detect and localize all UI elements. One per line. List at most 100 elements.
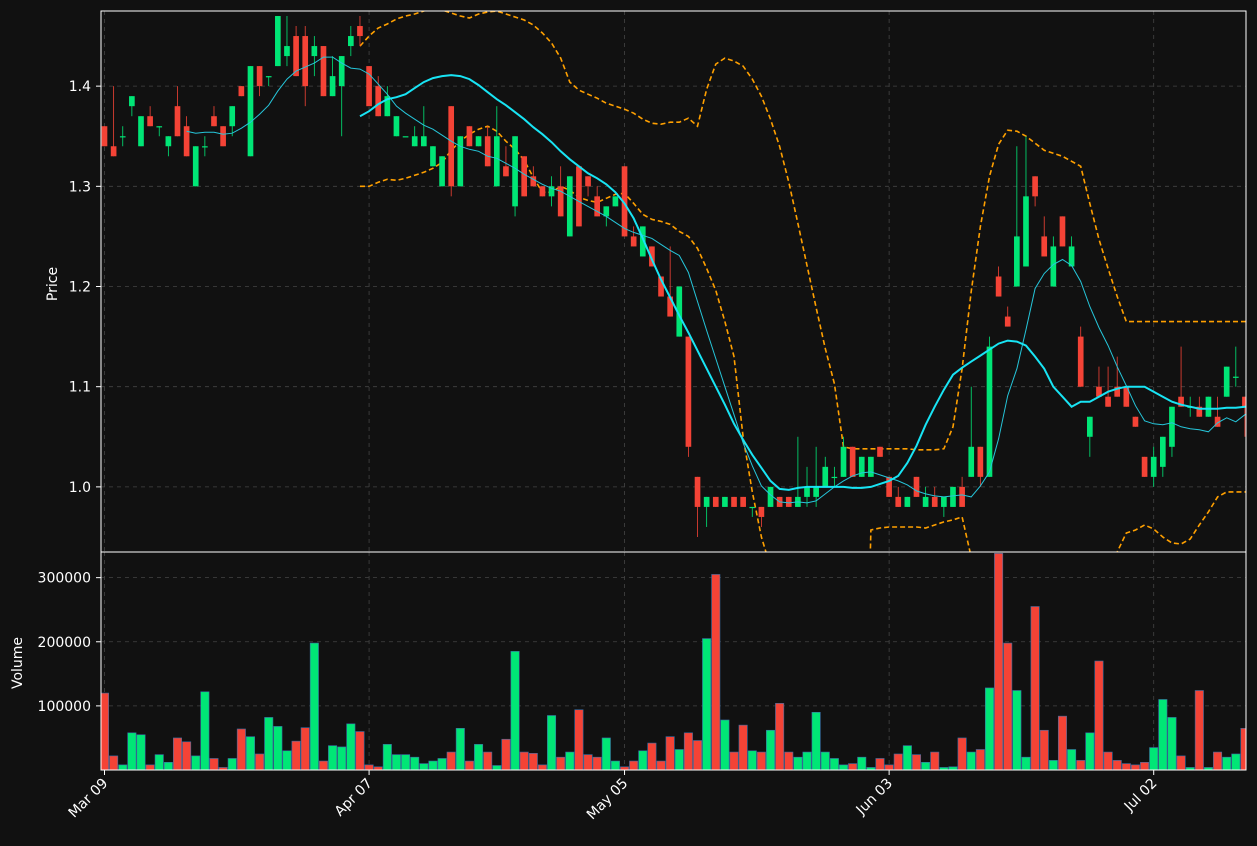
candle-body <box>521 156 528 197</box>
candle-body <box>466 126 473 147</box>
volume-bar <box>401 754 411 770</box>
volume-bar <box>911 754 921 770</box>
volume-tick-label: 200000 <box>38 635 91 651</box>
candle-body <box>785 496 792 507</box>
candle-body <box>712 496 719 507</box>
candle-body <box>101 126 108 147</box>
volume-bar <box>1167 717 1177 770</box>
volume-bar <box>300 727 310 770</box>
candle-body <box>1041 236 1048 257</box>
price-tick-label: 1.4 <box>69 79 91 95</box>
candle-body <box>685 336 692 447</box>
volume-bar <box>793 756 803 770</box>
candle-body <box>1068 246 1075 267</box>
candle-body <box>1105 396 1111 407</box>
volume-bar <box>127 732 137 770</box>
candle-body <box>411 136 418 147</box>
volume-bar <box>966 751 976 770</box>
volume-bar <box>391 754 401 770</box>
candle-body <box>211 116 217 127</box>
candle-body <box>138 116 144 147</box>
volume-bar <box>1121 763 1131 770</box>
volume-bar <box>930 751 940 770</box>
volume-bar <box>556 756 566 770</box>
volume-bar <box>811 711 821 770</box>
candle-body <box>813 486 819 497</box>
volume-bar <box>893 753 903 770</box>
price-tick-label: 1.0 <box>69 480 91 496</box>
volume-bar <box>437 758 447 770</box>
volume-bar <box>519 751 529 770</box>
volume-bar <box>291 740 301 770</box>
volume-bar <box>547 715 557 770</box>
candle-body <box>430 146 436 167</box>
candle-body <box>539 186 546 197</box>
volume-bar <box>446 751 456 770</box>
volume-bar <box>574 709 584 770</box>
candle-body <box>229 106 236 127</box>
candle-body <box>922 496 929 507</box>
candle-body <box>457 136 464 187</box>
volume-bar <box>537 764 547 770</box>
candle-body <box>868 456 874 477</box>
volume-bar <box>1067 749 1077 770</box>
volume-bar <box>729 751 739 770</box>
candle-body <box>986 346 993 477</box>
volume-bar <box>464 760 474 770</box>
candle-body <box>749 506 756 509</box>
candlestick-chart: 1.0 1.1 1.2 1.3 1.4 Price 100000 200000 300000… <box>0 0 1257 842</box>
candle-body <box>357 26 363 37</box>
volume-bar <box>282 750 292 770</box>
candle-body <box>402 136 409 138</box>
volume-tick-label: 100000 <box>38 699 91 715</box>
volume-bar <box>1149 747 1159 770</box>
candle-body <box>174 106 181 137</box>
candle-body <box>731 496 737 507</box>
volume-bar <box>565 751 575 770</box>
volume-bar <box>610 760 620 770</box>
candle-body <box>1159 436 1166 467</box>
price-axis-label: Price <box>45 267 61 301</box>
volume-bar <box>1012 690 1022 770</box>
volume-bar <box>921 762 931 770</box>
candle-body <box>275 16 281 67</box>
candle-body <box>849 446 856 477</box>
candle-body <box>804 486 810 497</box>
volume-bar <box>994 552 1004 770</box>
volume-bar <box>1130 764 1140 770</box>
candle-body <box>941 496 947 507</box>
volume-bar <box>410 756 420 770</box>
volume-bar <box>711 574 721 770</box>
candle-body <box>256 66 263 87</box>
candle-body <box>119 136 126 138</box>
volume-bar <box>1048 760 1058 770</box>
candle-body <box>1205 396 1212 417</box>
candle-body <box>503 166 509 177</box>
volume-bar <box>1003 642 1013 770</box>
volume-bar <box>492 765 502 770</box>
volume-bar <box>857 756 867 770</box>
volume-bar <box>1213 751 1223 770</box>
candle-body <box>311 46 318 57</box>
candle-body <box>1004 316 1011 327</box>
candle-body <box>995 276 1002 297</box>
candle-body <box>585 176 591 187</box>
volume-bar <box>364 764 374 770</box>
volume-bar <box>601 737 611 770</box>
candle-body <box>1132 416 1139 427</box>
candle-body <box>1232 376 1239 378</box>
candle-body <box>439 156 445 187</box>
candle-body <box>338 56 345 87</box>
volume-bar <box>984 687 994 770</box>
candle-body <box>612 196 619 207</box>
volume-bar <box>474 744 484 770</box>
candle-body <box>694 476 701 507</box>
candle-body <box>722 496 728 507</box>
volume-bar <box>309 642 319 770</box>
volume-bar <box>1094 660 1104 770</box>
candle-body <box>977 446 984 477</box>
candle-body <box>1032 176 1038 197</box>
volume-bar <box>455 728 465 770</box>
volume-bar <box>1222 756 1232 770</box>
volume-bar <box>583 754 593 770</box>
